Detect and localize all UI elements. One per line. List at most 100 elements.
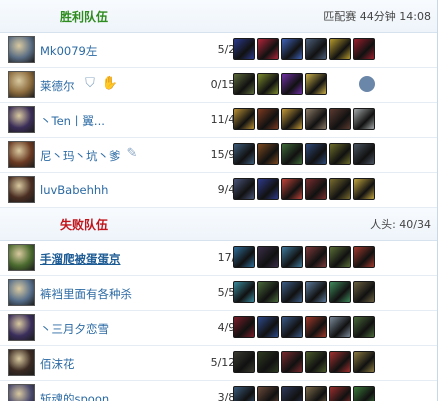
losing-team-list: 手溜爬被蛋蛋京17/6/7裤裆里面有各种杀5/5/11丶三月夕恋雪4/9/13佰…	[0, 241, 437, 401]
champion-avatar[interactable]	[8, 36, 35, 63]
player-name[interactable]: 佰沫花	[40, 356, 75, 372]
item-icon[interactable]	[233, 73, 255, 95]
item-icon[interactable]	[353, 108, 375, 130]
item-icon[interactable]	[281, 386, 303, 401]
player-row[interactable]: luvBabehhh9/4/21	[0, 173, 437, 208]
champion-avatar[interactable]	[8, 349, 35, 376]
player-row[interactable]: 斩魂的spoon3/8/17	[0, 381, 437, 401]
item-icon[interactable]	[257, 108, 279, 130]
item-icon[interactable]	[257, 38, 279, 60]
player-row[interactable]: Mk0079左5/2/13	[0, 33, 437, 68]
item-icon[interactable]	[329, 38, 351, 60]
player-name[interactable]: 裤裆里面有各种杀	[40, 286, 132, 302]
player-name[interactable]: 尼丶玛丶坑丶爹	[40, 148, 121, 164]
item-icon[interactable]	[257, 351, 279, 373]
item-icon[interactable]	[353, 178, 375, 200]
item-icon[interactable]	[305, 143, 327, 165]
item-icon[interactable]	[281, 73, 303, 95]
player-row[interactable]: 丶Ten丨翼... 11/4/13	[0, 103, 437, 138]
kills-value: 40/34	[399, 218, 431, 231]
item-icon[interactable]	[281, 316, 303, 338]
item-icon[interactable]	[305, 178, 327, 200]
player-name[interactable]: Mk0079左	[40, 43, 97, 59]
item-icon[interactable]	[233, 316, 255, 338]
item-icon[interactable]	[329, 178, 351, 200]
item-icon[interactable]	[329, 143, 351, 165]
item-icon[interactable]	[329, 316, 351, 338]
item-icon[interactable]	[353, 351, 375, 373]
item-icon[interactable]	[257, 386, 279, 401]
item-icon[interactable]	[257, 143, 279, 165]
player-name[interactable]: 莱德尔	[40, 78, 75, 94]
item-icon[interactable]	[305, 351, 327, 373]
champion-avatar[interactable]	[8, 141, 35, 168]
item-icon[interactable]	[353, 316, 375, 338]
item-icon[interactable]	[257, 246, 279, 268]
item-icon[interactable]	[281, 178, 303, 200]
item-icon[interactable]	[329, 351, 351, 373]
item-icon[interactable]	[353, 143, 375, 165]
item-icon[interactable]	[233, 38, 255, 60]
player-name[interactable]: 丶Ten丨翼...	[40, 113, 105, 129]
item-icon[interactable]	[305, 316, 327, 338]
item-icon[interactable]	[353, 246, 375, 268]
champion-avatar[interactable]	[8, 314, 35, 341]
item-icon[interactable]	[233, 246, 255, 268]
champion-avatar[interactable]	[8, 106, 35, 133]
item-icon[interactable]	[233, 108, 255, 130]
item-icon[interactable]	[233, 281, 255, 303]
item-icon[interactable]	[257, 281, 279, 303]
player-row[interactable]: 手溜爬被蛋蛋京17/6/7	[0, 241, 437, 276]
item-slots	[233, 386, 375, 401]
champion-avatar[interactable]	[8, 244, 35, 271]
item-icon[interactable]	[329, 386, 351, 401]
item-icon[interactable]	[233, 386, 255, 401]
item-icon[interactable]	[359, 76, 375, 92]
item-icon[interactable]	[329, 246, 351, 268]
item-icon[interactable]	[305, 246, 327, 268]
item-slots	[233, 281, 375, 303]
item-icon[interactable]	[281, 246, 303, 268]
item-icon[interactable]	[305, 73, 327, 95]
item-icon[interactable]	[281, 351, 303, 373]
champion-avatar[interactable]	[8, 384, 35, 401]
item-icon[interactable]	[305, 281, 327, 303]
item-slots	[233, 143, 375, 165]
item-icon[interactable]	[305, 38, 327, 60]
item-icon[interactable]	[353, 386, 375, 401]
item-icon[interactable]	[305, 108, 327, 130]
losing-team-header: 失败队伍 人头: 40/34	[0, 208, 437, 241]
item-icon[interactable]	[233, 351, 255, 373]
match-time: 14:08	[399, 10, 431, 23]
item-icon[interactable]	[257, 178, 279, 200]
item-icon[interactable]	[329, 281, 351, 303]
item-icon[interactable]	[233, 178, 255, 200]
item-slots	[233, 351, 375, 373]
player-row[interactable]: 裤裆里面有各种杀5/5/11	[0, 276, 437, 311]
player-row[interactable]: 尼丶玛丶坑丶爹 ✎ 15/9/14	[0, 138, 437, 173]
champion-avatar[interactable]	[8, 176, 35, 203]
player-row[interactable]: 丶三月夕恋雪4/9/13	[0, 311, 437, 346]
item-icon[interactable]	[329, 108, 351, 130]
item-icon[interactable]	[281, 281, 303, 303]
player-name[interactable]: 丶三月夕恋雪	[40, 321, 109, 337]
item-icon[interactable]	[353, 38, 375, 60]
match-detail-panel: 胜利队伍 匹配赛 44分钟 14:08 Mk0079左5/2/13莱德尔⛉✋0/…	[0, 0, 438, 401]
item-icon[interactable]	[281, 38, 303, 60]
player-row[interactable]: 佰沫花 5/12/15	[0, 346, 437, 381]
item-icon[interactable]	[281, 143, 303, 165]
player-row[interactable]: 莱德尔 ⛉ ✋ 0/15/28	[0, 68, 437, 103]
player-badges: ✎	[124, 145, 140, 161]
item-icon[interactable]	[233, 143, 255, 165]
player-name[interactable]: luvBabehhh	[40, 183, 108, 197]
player-name[interactable]: 手溜爬被蛋蛋京	[40, 251, 121, 267]
item-icon[interactable]	[305, 386, 327, 401]
champion-avatar[interactable]	[8, 279, 35, 306]
item-icon[interactable]	[281, 108, 303, 130]
item-icon[interactable]	[257, 73, 279, 95]
winning-team-title: 胜利队伍	[60, 9, 109, 24]
item-icon[interactable]	[257, 316, 279, 338]
player-name[interactable]: 斩魂的spoon	[40, 391, 109, 401]
item-icon[interactable]	[353, 281, 375, 303]
champion-avatar[interactable]	[8, 71, 35, 98]
